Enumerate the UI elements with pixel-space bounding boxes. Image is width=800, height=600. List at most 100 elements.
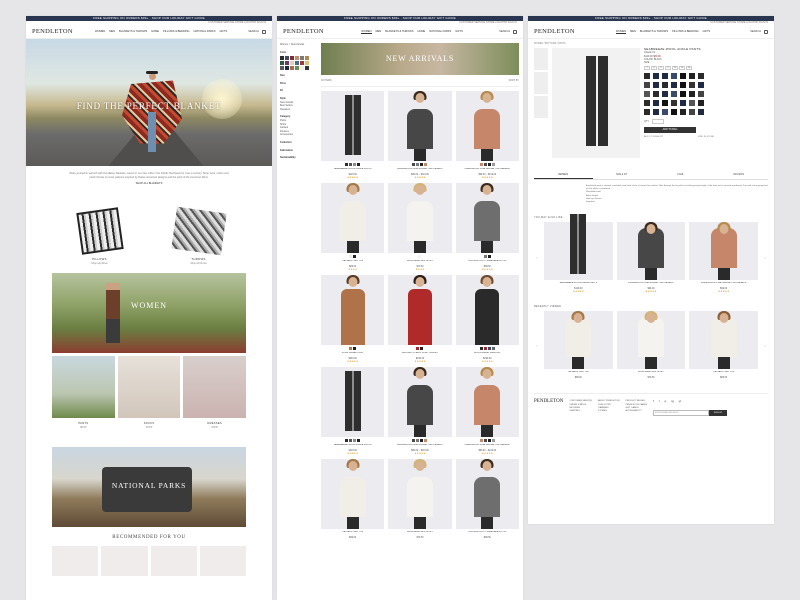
swatch[interactable]	[487, 347, 491, 350]
carousel-next-icon[interactable]: ›	[762, 343, 768, 348]
product-image[interactable]	[388, 183, 452, 253]
color-swatch[interactable]	[680, 100, 686, 107]
color-swatch[interactable]	[653, 91, 659, 98]
color-swatch[interactable]	[689, 73, 695, 80]
breadcrumb[interactable]: Women > New Arrivals	[280, 43, 314, 47]
size-option[interactable]: 8	[665, 66, 671, 71]
product-image[interactable]	[455, 183, 519, 253]
thumbnail[interactable]	[534, 72, 548, 94]
color-swatch[interactable]	[653, 100, 659, 107]
reco-item[interactable]	[199, 545, 246, 576]
dresses-tile[interactable]: DRESSES SHOP	[183, 355, 247, 429]
product-image[interactable]	[544, 214, 613, 281]
footer-logo[interactable]: PENDLETON	[534, 399, 563, 415]
filter-heading[interactable]: Size	[280, 74, 314, 78]
shop-blankets-link[interactable]: SHOP ALL BLANKETS	[66, 182, 232, 186]
throws-tile[interactable]: THROWS Shop all throws	[164, 206, 234, 265]
product-card[interactable]: LAMBSWOOL FINE GAUGE TURTLENECK $99.00 – …	[388, 91, 452, 179]
pants-tile[interactable]: PANTS SHOP	[52, 355, 115, 429]
color-swatch[interactable]	[698, 82, 704, 89]
swatch[interactable]	[412, 163, 416, 166]
swatch[interactable]	[349, 255, 353, 258]
swatch[interactable]	[290, 66, 294, 71]
swatch[interactable]	[345, 439, 349, 442]
product-image[interactable]	[616, 222, 686, 281]
swatch[interactable]	[300, 61, 304, 66]
color-swatch[interactable]	[671, 82, 677, 89]
tab-details[interactable]: DETAILS	[534, 172, 593, 179]
swatch[interactable]	[483, 439, 487, 442]
product-image[interactable]	[455, 459, 519, 529]
product-image[interactable]	[388, 91, 452, 161]
swatch[interactable]	[353, 439, 357, 442]
color-swatch[interactable]	[662, 82, 668, 89]
swatch[interactable]	[420, 439, 424, 442]
filter-heading[interactable]: Price	[280, 82, 314, 86]
color-swatch[interactable]	[644, 100, 650, 107]
swatch[interactable]	[424, 439, 428, 442]
swatch[interactable]	[353, 163, 357, 166]
footer-link[interactable]: SHIPPING	[569, 410, 592, 413]
product-card[interactable]: TIE-NECK SILK TOP $89.00	[544, 311, 613, 379]
color-swatch[interactable]	[680, 109, 686, 116]
swatch[interactable]	[357, 439, 361, 442]
thumbnail[interactable]	[534, 96, 548, 118]
nav-item[interactable]: NATIONAL PARKS	[429, 30, 451, 34]
nav-item[interactable]: WOMEN	[95, 30, 105, 33]
color-swatch[interactable]	[644, 91, 650, 98]
product-image[interactable]	[544, 311, 613, 370]
swatch[interactable]	[305, 56, 309, 61]
swatch[interactable]	[487, 255, 491, 258]
logo[interactable]: PENDLETON	[283, 28, 325, 35]
swatch[interactable]	[491, 439, 495, 442]
color-swatch[interactable]	[644, 109, 650, 116]
reco-item[interactable]	[101, 545, 148, 576]
main-product-image[interactable]	[552, 48, 640, 158]
color-swatch[interactable]	[689, 91, 695, 98]
swatch[interactable]	[483, 255, 487, 258]
product-image[interactable]	[388, 367, 452, 437]
filter-heading[interactable]: Collection	[280, 141, 314, 145]
logo[interactable]: PENDLETON	[534, 28, 576, 35]
color-swatch[interactable]	[644, 73, 650, 80]
color-swatch[interactable]	[698, 100, 704, 107]
product-card[interactable]: LAMBSWOOL FINE GAUGE TURTLENECK $99.00 – …	[455, 367, 519, 455]
product-card[interactable]: TIE-NECK SILK TOP $89.00	[321, 459, 385, 539]
carousel-prev-icon[interactable]: ‹	[534, 255, 540, 260]
size-option[interactable]: 12	[679, 66, 685, 71]
product-card[interactable]: LAMBSWOOL FINE GAUGE TURTLENECK $99.00 – …	[388, 367, 452, 455]
swatch[interactable]	[295, 66, 299, 71]
swatch[interactable]	[290, 56, 294, 61]
tab-reviews[interactable]: REVIEWS	[710, 172, 769, 179]
product-card[interactable]: TIE-NECK SILK TOP $89.00	[689, 311, 759, 379]
swatch[interactable]	[345, 163, 349, 166]
swatch[interactable]	[349, 163, 353, 166]
search-link[interactable]: SEARCH	[499, 30, 510, 33]
color-swatch[interactable]	[653, 73, 659, 80]
filter-heading[interactable]: Fit	[280, 89, 314, 93]
thumbnail[interactable]	[534, 48, 548, 70]
nav-item[interactable]: BLANKETS & THROWS	[640, 30, 668, 34]
product-image[interactable]	[616, 311, 686, 370]
filter-item[interactable]: Accessories	[280, 133, 314, 137]
size-option[interactable]: 2	[644, 66, 650, 71]
product-image[interactable]	[388, 459, 452, 529]
swatch[interactable]	[295, 56, 299, 61]
color-swatch[interactable]	[662, 100, 668, 107]
color-swatch[interactable]	[689, 82, 695, 89]
product-card[interactable]: SEABREEZE WOOL ANKLE PANTS $129.00 ★★★★★	[321, 91, 385, 179]
color-swatch[interactable]	[698, 73, 704, 80]
product-image[interactable]	[689, 222, 759, 281]
search-link[interactable]: SEARCH	[248, 30, 259, 33]
color-swatch[interactable]	[644, 82, 650, 89]
product-image[interactable]	[455, 91, 519, 161]
qty-input[interactable]	[651, 119, 664, 125]
swatch[interactable]	[285, 66, 289, 71]
sort-dropdown[interactable]: SORT BY	[509, 79, 519, 82]
pinterest-icon[interactable]: p	[665, 399, 667, 403]
color-swatch[interactable]	[680, 82, 686, 89]
instagram-icon[interactable]: ig	[671, 399, 673, 403]
swatch[interactable]	[412, 439, 416, 442]
bag-icon[interactable]	[262, 29, 266, 34]
product-card[interactable]: WASHABLE SILK SHIRT $79.50 ★★★★	[388, 183, 452, 271]
